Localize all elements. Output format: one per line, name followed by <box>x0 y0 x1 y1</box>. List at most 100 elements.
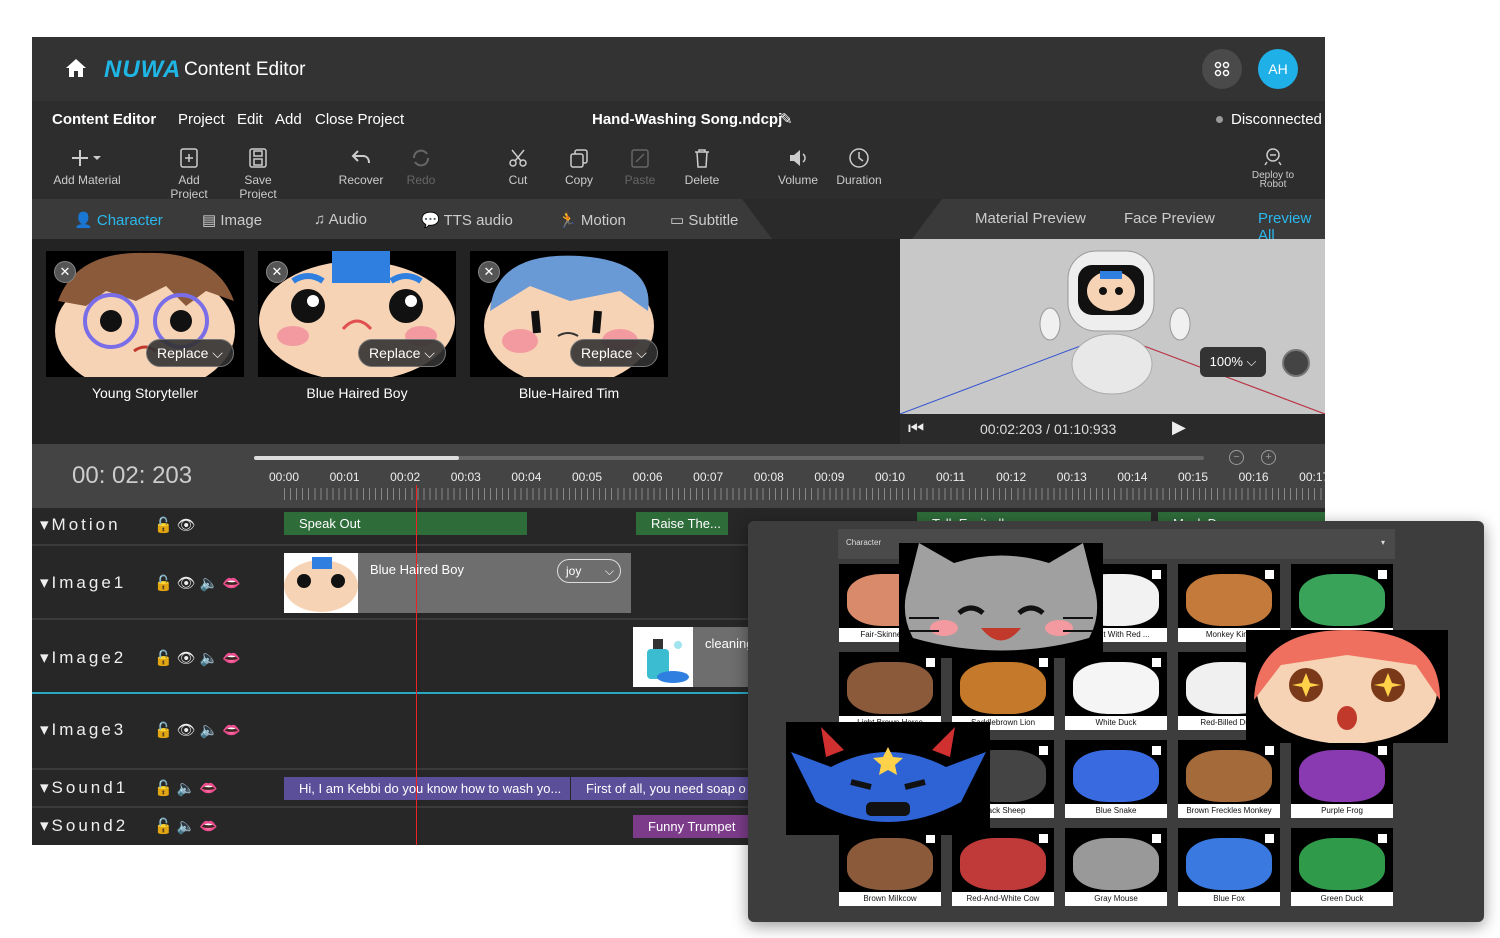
select-checkbox[interactable] <box>1265 570 1274 579</box>
speaker-icon[interactable]: 🔈 <box>177 780 200 797</box>
user-avatar[interactable]: AH <box>1258 49 1298 89</box>
character-grid-item[interactable]: Gray Mouse <box>1065 828 1167 906</box>
timeline-scrollbar[interactable] <box>254 456 1204 460</box>
character-grid-item[interactable]: Blue Snake <box>1065 740 1167 818</box>
menu-add[interactable]: Add <box>275 111 302 128</box>
character-card[interactable]: ✕ Replace ⌵ <box>470 251 668 377</box>
skip-to-start-icon[interactable]: ⏮ <box>908 418 924 439</box>
lips-icon[interactable]: 👄 <box>222 650 245 667</box>
tab-tts-audio[interactable]: 💬 TTS audio <box>421 211 513 229</box>
audio-clip[interactable]: Funny Trumpet <box>633 815 753 838</box>
select-checkbox[interactable] <box>1378 746 1387 755</box>
character-grid-item[interactable]: Blue Fox <box>1178 828 1280 906</box>
tab-image[interactable]: ▤ Image <box>202 211 262 229</box>
eye-icon[interactable]: 👁 <box>177 650 200 667</box>
track-controls[interactable]: 🔓👁🔈👄 <box>154 649 245 667</box>
select-checkbox[interactable] <box>1265 834 1274 843</box>
character-card[interactable]: ✕ Replace ⌵ <box>258 251 456 377</box>
menu-project[interactable]: Project <box>178 111 225 128</box>
eye-icon[interactable]: 👁 <box>177 722 200 739</box>
redo-button[interactable]: Redo <box>400 147 442 187</box>
select-checkbox[interactable] <box>1039 658 1048 667</box>
menu-close-project[interactable]: Close Project <box>315 111 404 128</box>
character-grid-item[interactable]: Saddlebrown Lion <box>952 652 1054 730</box>
emotion-dropdown[interactable]: joy ⌵ <box>557 559 621 583</box>
scroll-thumb[interactable] <box>254 456 459 460</box>
zoom-out-icon[interactable]: − <box>1229 450 1244 465</box>
character-grid-item[interactable]: Purple Frog <box>1291 740 1393 818</box>
duration-button[interactable]: Duration <box>834 147 884 187</box>
image-clip[interactable]: Blue Haired Boy joy ⌵ <box>284 553 631 613</box>
select-checkbox[interactable] <box>1152 658 1161 667</box>
delete-button[interactable]: Delete <box>680 147 724 187</box>
replace-button[interactable]: Replace ⌵ <box>146 339 234 367</box>
menu-edit[interactable]: Edit <box>237 111 263 128</box>
lock-icon[interactable]: 🔓 <box>154 722 177 739</box>
speaker-icon[interactable]: 🔈 <box>200 575 223 592</box>
add-material-button[interactable]: Add Material <box>52 147 122 187</box>
motion-clip[interactable]: Speak Out <box>284 512 527 535</box>
lock-icon[interactable]: 🔓 <box>154 818 177 835</box>
paste-button[interactable]: Paste <box>620 147 660 187</box>
select-checkbox[interactable] <box>1152 834 1161 843</box>
track-controls[interactable]: 🔓👁🔈👄 <box>154 574 245 592</box>
apps-grid-button[interactable] <box>1202 49 1242 89</box>
select-checkbox[interactable] <box>1152 570 1161 579</box>
motion-clip[interactable]: Raise The... <box>636 512 728 535</box>
replace-button[interactable]: Replace ⌵ <box>570 339 658 367</box>
copy-button[interactable]: Copy <box>559 147 599 187</box>
lock-icon[interactable]: 🔓 <box>154 650 177 667</box>
select-checkbox[interactable] <box>1039 746 1048 755</box>
save-project-button[interactable]: Save Project <box>224 147 292 201</box>
remove-character-button[interactable]: ✕ <box>478 261 500 283</box>
zoom-dropdown[interactable]: 100% ⌵ <box>1200 347 1266 377</box>
character-card[interactable]: ✕ Replace ⌵ <box>46 251 244 377</box>
lips-icon[interactable]: 👄 <box>222 722 245 739</box>
lock-icon[interactable]: 🔓 <box>154 517 177 534</box>
recenter-icon[interactable] <box>1282 349 1310 377</box>
select-checkbox[interactable] <box>926 834 935 843</box>
tab-subtitle[interactable]: ▭ Subtitle <box>670 211 738 229</box>
volume-button[interactable]: Volume <box>776 147 820 187</box>
speaker-icon[interactable]: 🔈 <box>177 818 200 835</box>
track-controls[interactable]: 🔓👁🔈👄 <box>154 721 245 739</box>
select-checkbox[interactable] <box>1265 746 1274 755</box>
tab-character[interactable]: 👤 Character <box>74 211 163 229</box>
select-checkbox[interactable] <box>1039 834 1048 843</box>
lips-icon[interactable]: 👄 <box>222 575 245 592</box>
tab-face-preview[interactable]: Face Preview <box>1124 210 1215 227</box>
eye-icon[interactable]: 👁 <box>177 575 200 592</box>
timeline-ruler[interactable]: 00: 02: 203 − + 00:00 00:01 00:02 00:03 00:0… <box>32 444 1325 508</box>
audio-clip[interactable]: Hi, I am Kebbi do you know how to wash y… <box>284 777 570 800</box>
lips-icon[interactable]: 👄 <box>199 780 222 797</box>
eye-icon[interactable]: 👁 <box>177 517 200 534</box>
character-grid-item[interactable]: Red-And-White Cow <box>952 828 1054 906</box>
cut-button[interactable]: Cut <box>498 147 538 187</box>
playhead[interactable] <box>416 485 417 845</box>
character-grid-item[interactable]: Brown Freckles Monkey <box>1178 740 1280 818</box>
track-controls[interactable]: 🔓🔈👄 <box>154 817 222 835</box>
character-grid-item[interactable]: Green Duck <box>1291 828 1393 906</box>
zoom-in-icon[interactable]: + <box>1261 450 1276 465</box>
select-checkbox[interactable] <box>1378 834 1387 843</box>
speaker-icon[interactable]: 🔈 <box>200 722 223 739</box>
track-controls[interactable]: 🔓👁 <box>154 516 200 534</box>
lock-icon[interactable]: 🔓 <box>154 780 177 797</box>
edit-filename-icon[interactable]: ✎ <box>780 110 793 128</box>
track-controls[interactable]: 🔓🔈👄 <box>154 779 222 797</box>
character-grid-item[interactable]: White Duck <box>1065 652 1167 730</box>
character-grid-item[interactable]: Brown Milkcow <box>839 828 941 906</box>
speaker-icon[interactable]: 🔈 <box>200 650 223 667</box>
select-checkbox[interactable] <box>1378 570 1387 579</box>
remove-character-button[interactable]: ✕ <box>54 261 76 283</box>
tab-material-preview[interactable]: Material Preview <box>975 210 1086 227</box>
remove-character-button[interactable]: ✕ <box>266 261 288 283</box>
deploy-button[interactable]: Deploy to Robot <box>1248 147 1298 190</box>
add-project-button[interactable]: Add Project <box>158 147 220 201</box>
lock-icon[interactable]: 🔓 <box>154 575 177 592</box>
select-checkbox[interactable] <box>926 658 935 667</box>
tab-audio[interactable]: ♫ Audio <box>314 211 367 228</box>
recover-button[interactable]: Recover <box>336 147 386 187</box>
lips-icon[interactable]: 👄 <box>199 818 222 835</box>
character-grid-item[interactable]: Light Brown Horse <box>839 652 941 730</box>
